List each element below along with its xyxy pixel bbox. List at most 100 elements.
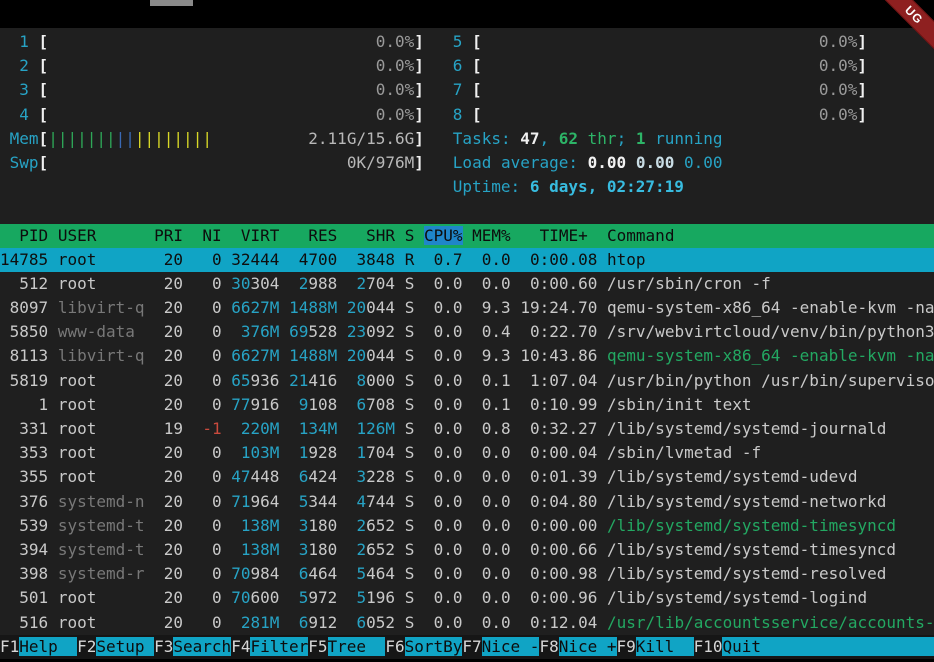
spacer <box>463 298 473 317</box>
fkey-f5[interactable]: F5Tree <box>308 637 385 656</box>
cell-memvalue: 1928 <box>289 443 337 462</box>
swap-meter: Swp[ 0K/976M] <box>10 153 424 172</box>
cell-pri: 20 <box>154 516 183 535</box>
column-header-pid[interactable]: PID <box>0 226 48 245</box>
spacer <box>222 250 232 269</box>
cell-user: systemd-n <box>58 492 145 511</box>
text: 5 <box>347 564 366 583</box>
process-row[interactable]: 331 root 19 -1 220M 134M 126M S 0.0 0.8 … <box>0 417 934 441</box>
process-row[interactable]: 376 systemd-n 20 0 71964 5344 4744 S 0.0… <box>0 490 934 514</box>
process-row[interactable]: 394 systemd-t 20 0 138M 3180 2652 S 0.0 … <box>0 538 934 562</box>
cpu-id: 2 <box>19 56 38 75</box>
column-header-cmd[interactable]: Command <box>607 226 674 245</box>
cell-command: /lib/systemd/systemd-timesyncd <box>607 540 896 559</box>
fkey-f3[interactable]: F3Search <box>154 637 231 656</box>
spacer <box>279 467 289 486</box>
column-header-pri[interactable]: PRI <box>154 226 183 245</box>
process-row[interactable]: 501 root 20 0 70600 5972 5196 S 0.0 0.0 … <box>0 586 934 610</box>
fkey-f6[interactable]: F6SortBy <box>385 637 462 656</box>
process-row[interactable]: 8113 libvirt-q 20 0 6627M 1488M 20044 S … <box>0 344 934 368</box>
column-header-res[interactable]: RES <box>289 226 337 245</box>
cell-pid: 394 <box>0 540 48 559</box>
spacer <box>145 492 155 511</box>
fkey-f2[interactable]: F2Setup <box>77 637 154 656</box>
cell-memvalue: 6627M <box>231 298 279 317</box>
process-row[interactable]: 8097 libvirt-q 20 0 6627M 1488M 20044 S … <box>0 296 934 320</box>
fkey-number: F1 <box>0 637 19 656</box>
column-header-user[interactable]: USER <box>58 226 145 245</box>
cell-time: 1:07.04 <box>520 371 597 390</box>
cell-command: /sbin/lvmetad -f <box>607 443 761 462</box>
cpu-meter-value: 0.0% <box>48 32 414 51</box>
process-row[interactable]: 516 root 20 0 281M 6912 6052 S 0.0 0.0 0… <box>0 611 934 635</box>
fkey-f7[interactable]: F7Nice - <box>462 637 539 656</box>
process-row[interactable]: 5850 www-data 20 0 376M 69528 23092 S 0.… <box>0 320 934 344</box>
text: 4 <box>347 492 366 511</box>
cell-memvalue: 3848 <box>347 250 395 269</box>
spacer <box>48 516 58 535</box>
spacer <box>48 322 58 341</box>
text: 652 <box>366 540 395 559</box>
meter-open-bracket: [ <box>472 80 482 99</box>
fkey-f9[interactable]: F9Kill <box>617 637 694 656</box>
column-header-shr[interactable]: SHR <box>347 226 395 245</box>
process-row[interactable]: 398 systemd-r 20 0 70984 6464 5464 S 0.0… <box>0 562 934 586</box>
process-row[interactable]: 1 root 20 0 77916 9108 6708 S 0.0 0.1 0:… <box>0 393 934 417</box>
memory-meter: Mem[||||||||||||||||| 2.11G/15.6G] <box>10 129 424 148</box>
swap-load-row: Swp[ 0K/976M] Load average: 0.00 0.00 0.… <box>0 151 934 175</box>
process-row[interactable]: 512 root 20 0 30304 2988 2704 S 0.0 0.0 … <box>0 272 934 296</box>
text: 69 <box>289 322 308 341</box>
spacer <box>279 419 289 438</box>
fkey-f10[interactable]: F10Quit <box>694 637 934 656</box>
spacer <box>222 298 232 317</box>
text: 984 <box>251 564 280 583</box>
fkey-f8[interactable]: F8Nice + <box>539 637 616 656</box>
column-header-cpu[interactable]: CPU% <box>424 226 463 245</box>
cell-time: 0:04.80 <box>520 492 597 511</box>
cell-memvalue: 5196 <box>347 588 395 607</box>
cell-cpu: 0.0 <box>424 322 463 341</box>
column-header-virt[interactable]: VIRT <box>231 226 279 245</box>
column-header-s[interactable]: S <box>405 226 415 245</box>
text: 092 <box>366 322 395 341</box>
fkey-number: F3 <box>154 637 173 656</box>
fkey-f1[interactable]: F1Help <box>0 637 77 656</box>
text: 5 <box>289 588 308 607</box>
text: 6 <box>289 564 308 583</box>
column-header-mem[interactable]: MEM% <box>472 226 511 245</box>
process-row[interactable]: 539 systemd-t 20 0 138M 3180 2652 S 0.0 … <box>0 514 934 538</box>
process-row[interactable]: 14785 root 20 0 32444 4700 3848 R 0.7 0.… <box>0 248 934 272</box>
ribbon-text: UG <box>902 3 926 27</box>
spacer <box>279 516 289 535</box>
cell-ni: 0 <box>193 250 222 269</box>
meter-open-bracket: [ <box>39 129 49 148</box>
process-row[interactable]: 5819 root 20 0 65936 21416 8000 S 0.0 0.… <box>0 369 934 393</box>
spacer <box>414 274 424 293</box>
cell-memvalue: 376M <box>231 322 279 341</box>
spacer <box>279 492 289 511</box>
meter-open-bracket: [ <box>39 153 49 172</box>
spacer <box>48 443 58 462</box>
cell-user: libvirt-q <box>58 298 145 317</box>
spacer <box>145 516 155 535</box>
cell-memvalue: 6912 <box>289 613 337 632</box>
fkey-number: F6 <box>385 637 404 656</box>
fkey-f4[interactable]: F4Filter <box>231 637 308 656</box>
cpu-id: 6 <box>453 56 472 75</box>
process-row[interactable]: 353 root 20 0 103M 1928 1704 S 0.0 0.0 0… <box>0 441 934 465</box>
cpu-id: 8 <box>453 105 472 124</box>
cell-memvalue: 21416 <box>289 371 337 390</box>
cell-state: S <box>405 322 415 341</box>
spacer <box>674 153 684 172</box>
spacer <box>463 250 473 269</box>
column-header-time[interactable]: TIME+ <box>520 226 597 245</box>
text: 652 <box>366 516 395 535</box>
cell-user: www-data <box>58 322 145 341</box>
column-header-ni[interactable]: NI <box>193 226 222 245</box>
text: , <box>540 129 559 148</box>
spacer <box>414 588 424 607</box>
spacer <box>597 564 607 583</box>
process-row[interactable]: 355 root 20 0 47448 6424 3228 S 0.0 0.0 … <box>0 465 934 489</box>
spacer <box>222 492 232 511</box>
meter-close-bracket: ] <box>414 56 424 75</box>
